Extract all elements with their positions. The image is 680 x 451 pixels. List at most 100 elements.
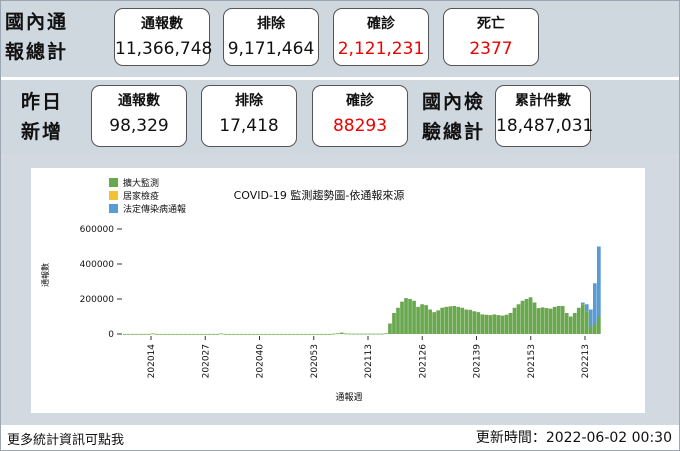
tests-total-card: 累計件數 18,487,031: [495, 85, 593, 147]
daily-section-title: 昨日 新增: [21, 87, 63, 147]
bar-segment: [231, 333, 236, 335]
bar-segment: [560, 306, 565, 334]
bar-segment: [331, 333, 336, 335]
trend-chart: 擴大監測居家檢疫法定傳染病通報 COVID-19 監測趨勢圖-依通報來源 0 20…: [40, 177, 601, 403]
card-value: 11,366,748: [115, 39, 213, 59]
bar-segment: [588, 309, 593, 327]
daily-title-line2: 新增: [21, 121, 64, 143]
y-tick-label: 200000: [80, 295, 115, 305]
x-tick-label: 202153: [527, 344, 537, 378]
bar-segment: [347, 333, 352, 335]
bar-segment: [516, 304, 521, 334]
y-axis: 0 200000 400000 600000: [80, 225, 122, 340]
bar-segment: [239, 333, 244, 335]
bar-segment: [528, 297, 533, 334]
card-value: 17,418: [219, 116, 279, 136]
bar-segment: [376, 333, 380, 335]
bar-segment: [295, 333, 300, 335]
bar-segment: [368, 333, 372, 335]
bar-segment: [195, 333, 199, 335]
card-label: 確診: [346, 93, 374, 109]
total-confirmed-card: 確診 2,121,231: [333, 8, 429, 66]
x-tick-label: 202139: [473, 344, 483, 379]
bar-segment: [283, 333, 288, 335]
bar-segment: [504, 314, 509, 334]
legend-label: 居家檢疫: [123, 190, 159, 202]
bar-segment: [243, 333, 248, 335]
daily-confirmed-card: 確診 88293: [312, 85, 408, 147]
bar-segment: [552, 306, 557, 335]
bar-segment: [412, 300, 416, 334]
bar-segment: [123, 333, 127, 335]
bar-segment: [235, 333, 240, 335]
bar-segment: [372, 333, 376, 335]
bar-segment: [175, 333, 179, 335]
bar-segment: [364, 333, 368, 335]
bar-segment: [299, 333, 304, 335]
bar-segment: [416, 306, 420, 335]
x-tick-label: 202053: [310, 344, 320, 378]
bar-segment: [315, 333, 320, 335]
daily-title-line1: 昨日: [21, 91, 64, 113]
bar-segment: [476, 312, 481, 335]
bar-segment: [319, 333, 324, 335]
bar-segment: [496, 315, 501, 334]
bar-segment: [207, 333, 212, 335]
bar-segment: [444, 306, 449, 335]
bar-segment: [512, 307, 517, 334]
tests-section-title: 國內檢 驗總計: [422, 87, 485, 147]
bar-segment: [267, 333, 272, 335]
bar-segment: [448, 306, 453, 334]
bar-segment: [424, 305, 428, 335]
bar-segment: [215, 333, 220, 335]
daily-section: 昨日 新增 通報數 98,329 排除 17,418 確診 88293 國內檢 …: [1, 80, 679, 154]
x-tick-label: 202113: [364, 344, 374, 378]
bar-segment: [155, 333, 159, 335]
bar-segment: [143, 333, 147, 335]
bar-segment: [183, 333, 187, 335]
card-label: 累計件數: [515, 93, 571, 109]
bar-segment: [408, 299, 412, 334]
bar-segment: [588, 327, 593, 334]
card-label: 通報數: [141, 16, 183, 32]
bar-segment: [432, 312, 436, 335]
card-value: 9,171,464: [227, 39, 315, 59]
bar-segment: [380, 333, 384, 335]
more-stats-link[interactable]: 更多統計資訊可點我: [7, 429, 124, 448]
chart-title: COVID-19 監測趨勢圖-依通報來源: [234, 188, 405, 202]
y-tick-label: 0: [108, 330, 114, 340]
bar-segment: [592, 323, 597, 334]
bar-segment: [548, 308, 553, 335]
bar-segment: [388, 323, 392, 334]
bar-segment: [179, 333, 183, 335]
update-time: 更新時間：2022-06-02 00:30: [475, 430, 672, 446]
bar-segment: [127, 333, 131, 335]
bar-segment: [171, 333, 175, 335]
bar-segment: [404, 298, 408, 335]
bar-segment: [488, 315, 493, 334]
bar-segment: [524, 299, 529, 334]
card-label: 排除: [235, 93, 263, 109]
card-value: 2377: [469, 39, 513, 59]
bar-segment: [135, 333, 139, 335]
bar-segment: [191, 333, 195, 335]
bar-segment: [396, 307, 400, 334]
bar-segment: [323, 333, 328, 335]
x-tick-label: 202213: [581, 344, 591, 378]
bar-segment: [255, 333, 260, 335]
legend-label: 擴大監測: [123, 177, 159, 189]
bar-segment: [508, 313, 513, 334]
bar-segment: [279, 333, 284, 335]
bar-segment: [159, 333, 163, 335]
bar-segment: [440, 307, 445, 334]
bar-segment: [580, 302, 585, 305]
bar-segment: [400, 301, 404, 335]
bar-segment: [584, 304, 589, 312]
total-reports-card: 通報數 11,366,748: [114, 8, 213, 66]
bar-segment: [596, 316, 601, 334]
bar-segment: [532, 302, 537, 334]
bar-segment: [307, 333, 312, 335]
bar-segment: [203, 333, 208, 335]
card-value: 2,121,231: [337, 39, 425, 59]
bar-segment: [343, 333, 348, 335]
